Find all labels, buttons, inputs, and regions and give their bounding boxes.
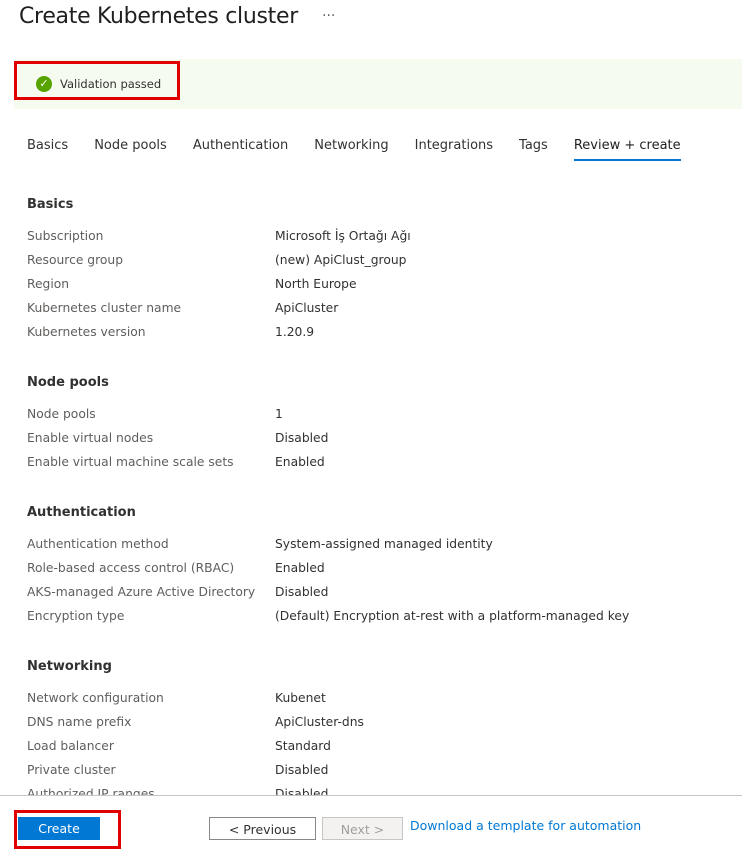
field-label: Network configuration	[27, 686, 275, 710]
field-label: AKS-managed Azure Active Directory	[27, 580, 275, 604]
tab-authentication[interactable]: Authentication	[193, 138, 288, 161]
validation-status: Validation passed	[60, 77, 161, 91]
field-label: Load balancer	[27, 734, 275, 758]
highlight-box	[14, 810, 121, 849]
field-label: DNS name prefix	[27, 710, 275, 734]
more-options-button[interactable]: ···	[322, 8, 335, 24]
field-label: Kubernetes cluster name	[27, 296, 275, 320]
tab-review-create[interactable]: Review + create	[574, 138, 681, 161]
previous-button[interactable]: < Previous	[209, 817, 316, 840]
tab-tags[interactable]: Tags	[519, 138, 548, 161]
section-heading: Basics	[27, 193, 742, 217]
tab-networking[interactable]: Networking	[314, 138, 388, 161]
section-heading: Networking	[27, 655, 742, 679]
summary-row: Kubernetes cluster nameApiCluster	[27, 296, 742, 320]
page-title: Create Kubernetes cluster	[19, 4, 298, 29]
summary-row: DNS name prefixApiCluster-dns	[27, 710, 742, 734]
tab-integrations[interactable]: Integrations	[415, 138, 493, 161]
summary-row: Private clusterDisabled	[27, 758, 742, 782]
tab-basics[interactable]: Basics	[27, 138, 68, 161]
field-label: Node pools	[27, 402, 275, 426]
section-node-pools: Node poolsNode pools1Enable virtual node…	[27, 371, 742, 474]
field-value: Kubenet	[275, 686, 326, 710]
summary-row: Network configurationKubenet	[27, 686, 742, 710]
field-label: Enable virtual nodes	[27, 426, 275, 450]
summary-row: Node pools1	[27, 402, 742, 426]
field-label: Role-based access control (RBAC)	[27, 556, 275, 580]
summary-row: Resource group(new) ApiClust_group	[27, 248, 742, 272]
summary-row: SubscriptionMicrosoft İş Ortağı Ağı	[27, 224, 742, 248]
field-label: Authorized IP ranges	[27, 782, 275, 795]
field-label: Kubernetes version	[27, 320, 275, 344]
field-label: Authentication method	[27, 532, 275, 556]
next-button[interactable]: Next >	[322, 817, 403, 840]
section-heading: Authentication	[27, 501, 742, 525]
section-heading: Node pools	[27, 371, 742, 395]
field-label: Resource group	[27, 248, 275, 272]
summary-row: Encryption type(Default) Encryption at-r…	[27, 604, 742, 628]
field-value: Standard	[275, 734, 331, 758]
field-label: Private cluster	[27, 758, 275, 782]
footer-bar: Create < Previous Next > Download a temp…	[0, 795, 742, 857]
check-circle-icon: ✓	[36, 76, 52, 92]
tab-bar: Basics Node pools Authentication Networking…	[27, 138, 707, 161]
summary-row: Enable virtual machine scale setsEnabled	[27, 450, 742, 474]
download-template-link[interactable]: Download a template for automation	[410, 818, 641, 833]
summary-row: Authentication methodSystem-assigned man…	[27, 532, 742, 556]
field-value: Enabled	[275, 556, 325, 580]
field-value: 1.20.9	[275, 320, 314, 344]
field-value: ApiCluster-dns	[275, 710, 364, 734]
summary-row: Kubernetes version1.20.9	[27, 320, 742, 344]
field-value: Disabled	[275, 758, 328, 782]
summary-row: Role-based access control (RBAC)Enabled	[27, 556, 742, 580]
field-value: Microsoft İş Ortağı Ağı	[275, 224, 411, 248]
summary-row: AKS-managed Azure Active DirectoryDisabl…	[27, 580, 742, 604]
summary-row: RegionNorth Europe	[27, 272, 742, 296]
field-value: North Europe	[275, 272, 357, 296]
field-value: (new) ApiClust_group	[275, 248, 406, 272]
summary-row: Enable virtual nodesDisabled	[27, 426, 742, 450]
section-networking: Networking Network configurationKubenetDN…	[27, 655, 742, 795]
field-value: ApiCluster	[275, 296, 338, 320]
field-value: Disabled	[275, 426, 328, 450]
tab-node-pools[interactable]: Node pools	[94, 138, 167, 161]
field-label: Region	[27, 272, 275, 296]
section-authentication: Authentication Authentication methodSyste…	[27, 501, 742, 628]
section-basics: Basics SubscriptionMicrosoft İş Ortağı Ağ…	[27, 193, 742, 344]
field-value: Disabled	[275, 782, 328, 795]
field-value: System-assigned managed identity	[275, 532, 493, 556]
summary-row: Authorized IP rangesDisabled	[27, 782, 742, 795]
field-value: Disabled	[275, 580, 328, 604]
field-value: 1	[275, 402, 283, 426]
field-value: Enabled	[275, 450, 325, 474]
field-label: Encryption type	[27, 604, 275, 628]
summary-row: Load balancerStandard	[27, 734, 742, 758]
field-label: Enable virtual machine scale sets	[27, 450, 275, 474]
review-summary: Basics SubscriptionMicrosoft İş Ortağı Ağ…	[27, 193, 742, 795]
field-label: Subscription	[27, 224, 275, 248]
field-value: (Default) Encryption at-rest with a plat…	[275, 604, 629, 628]
